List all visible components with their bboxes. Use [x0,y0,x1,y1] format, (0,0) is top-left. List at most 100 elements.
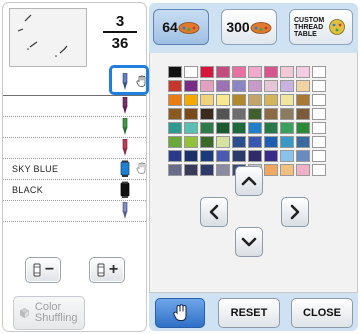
color-swatch[interactable] [296,94,310,106]
color-swatch[interactable] [216,108,230,120]
color-swatch[interactable] [216,94,230,106]
color-swatch[interactable] [168,108,182,120]
color-swatch[interactable] [232,150,246,162]
color-swatch[interactable] [184,66,198,78]
color-swatch[interactable] [248,66,262,78]
color-swatch[interactable] [296,150,310,162]
color-swatch[interactable] [264,164,278,176]
color-swatch[interactable] [216,164,230,176]
color-swatch[interactable] [232,80,246,92]
color-swatch[interactable] [280,66,294,78]
thread-row-1[interactable] [3,68,146,96]
color-swatch[interactable] [232,94,246,106]
color-swatch[interactable] [296,108,310,120]
color-swatch[interactable] [312,136,326,148]
color-swatch[interactable] [184,136,198,148]
arrow-right-button[interactable] [281,197,309,227]
color-swatch[interactable] [264,122,278,134]
color-swatch[interactable] [248,94,262,106]
color-swatch[interactable] [280,108,294,120]
color-swatch[interactable] [168,164,182,176]
color-swatch[interactable] [184,80,198,92]
color-swatch[interactable] [296,136,310,148]
thread-row-7[interactable] [3,201,146,222]
color-swatch[interactable] [168,122,182,134]
color-swatch[interactable] [232,122,246,134]
color-swatch[interactable] [280,122,294,134]
color-swatch[interactable] [280,94,294,106]
color-swatch[interactable] [184,94,198,106]
color-swatch[interactable] [248,108,262,120]
tab-custom-thread-table[interactable]: CUSTOM THREAD TABLE [289,9,353,45]
color-swatch[interactable] [168,80,182,92]
color-swatch[interactable] [312,122,326,134]
arrow-down-button[interactable] [235,227,263,257]
arrow-left-button[interactable] [200,197,228,227]
color-swatch[interactable] [264,136,278,148]
color-swatch[interactable] [216,66,230,78]
reset-button[interactable]: RESET [218,298,280,328]
tab-300-colors[interactable]: 300 [221,9,277,45]
hand-select-button[interactable] [155,298,205,328]
color-swatch[interactable] [296,80,310,92]
color-swatch[interactable] [200,66,214,78]
color-swatch[interactable] [232,136,246,148]
color-swatch[interactable] [216,150,230,162]
color-swatch[interactable] [296,164,310,176]
color-swatch[interactable] [200,80,214,92]
color-swatch[interactable] [312,150,326,162]
thread-row-2[interactable] [3,96,146,117]
color-swatch[interactable] [312,94,326,106]
close-button[interactable]: CLOSE [291,298,353,328]
color-swatch[interactable] [200,150,214,162]
total-steps: 36 [111,35,129,52]
thread-row-4[interactable] [3,138,146,159]
color-swatch[interactable] [200,164,214,176]
thread-row-8[interactable] [3,222,146,243]
color-swatch[interactable] [184,150,198,162]
color-swatch[interactable] [168,136,182,148]
color-swatch[interactable] [168,150,182,162]
thread-row-6[interactable]: BLACK [3,180,146,201]
color-swatch[interactable] [248,80,262,92]
color-swatch[interactable] [312,164,326,176]
color-swatch[interactable] [216,80,230,92]
thread-row-3[interactable] [3,117,146,138]
color-swatch[interactable] [168,94,182,106]
color-swatch[interactable] [248,150,262,162]
color-swatch[interactable] [200,94,214,106]
tab-64-colors[interactable]: 64 [153,9,209,45]
color-swatch[interactable] [200,136,214,148]
color-swatch[interactable] [280,80,294,92]
thread-row-5[interactable]: SKY BLUE [3,159,146,180]
color-swatch[interactable] [312,108,326,120]
color-swatch[interactable] [296,66,310,78]
color-swatch[interactable] [184,108,198,120]
color-shuffling-button[interactable]: Color Shuffling [13,296,85,330]
color-swatch[interactable] [312,80,326,92]
color-swatch[interactable] [184,164,198,176]
color-swatch[interactable] [216,122,230,134]
color-swatch[interactable] [296,122,310,134]
arrow-up-button[interactable] [235,166,263,196]
color-swatch[interactable] [280,150,294,162]
color-swatch[interactable] [232,108,246,120]
color-swatch[interactable] [200,108,214,120]
increase-thread-button[interactable]: + [89,257,125,283]
color-swatch[interactable] [248,122,262,134]
color-swatch[interactable] [248,136,262,148]
color-swatch[interactable] [280,136,294,148]
color-swatch[interactable] [264,108,278,120]
color-swatch[interactable] [312,66,326,78]
color-swatch[interactable] [232,66,246,78]
color-swatch[interactable] [264,94,278,106]
color-swatch[interactable] [200,122,214,134]
color-swatch[interactable] [264,66,278,78]
color-swatch[interactable] [264,150,278,162]
decrease-thread-button[interactable]: − [25,257,61,283]
color-swatch[interactable] [168,66,182,78]
color-swatch[interactable] [280,164,294,176]
color-swatch[interactable] [264,80,278,92]
color-swatch[interactable] [216,136,230,148]
color-swatch[interactable] [184,122,198,134]
